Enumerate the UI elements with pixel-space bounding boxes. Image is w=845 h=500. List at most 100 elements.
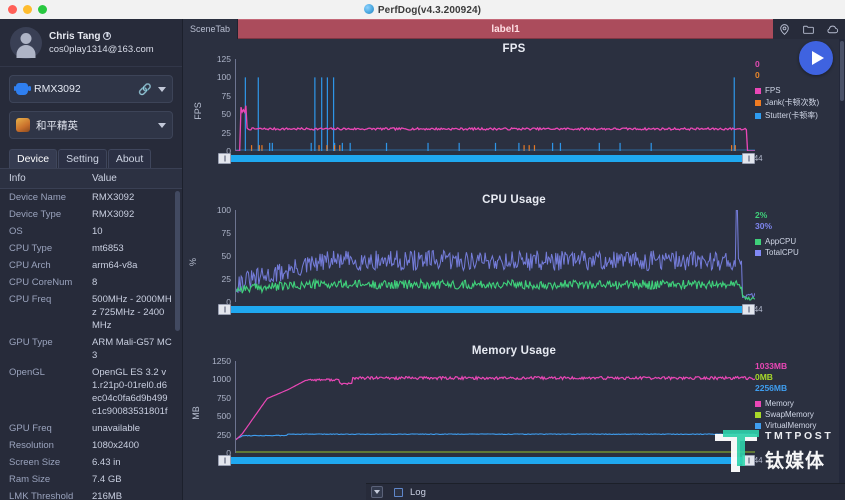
value-cell: 8 — [92, 277, 98, 288]
folder-icon[interactable] — [802, 23, 815, 36]
legend-label: Memory — [765, 399, 794, 408]
scrollbar-right-handle[interactable] — [742, 304, 755, 315]
scrollbar-left-handle[interactable] — [218, 304, 231, 315]
power-icon[interactable] — [103, 32, 112, 40]
legend-label: TotalCPU — [765, 248, 799, 257]
window-controls[interactable] — [8, 5, 47, 14]
table-row: OS 10 — [0, 223, 182, 240]
table-row: Screen Size 6.43 in — [0, 454, 182, 471]
value-cell: RMX3092 — [92, 192, 135, 203]
scrollbar-track[interactable] — [231, 457, 742, 464]
table-row: CPU Type mt6853 — [0, 240, 182, 257]
chart-title: Memory Usage — [471, 345, 557, 357]
legend-swatch-icon — [755, 238, 761, 245]
info-cell: Screen Size — [9, 457, 61, 468]
tab-device[interactable]: Device — [9, 149, 58, 168]
legend-item[interactable]: Memory — [755, 399, 841, 408]
window-title-text: PerfDog(v4.3.200924) — [377, 4, 482, 16]
chart-canvas[interactable] — [236, 210, 755, 302]
tab-setting[interactable]: Setting — [58, 149, 107, 168]
app-selector[interactable]: 和平精英 — [9, 111, 173, 139]
label-bar[interactable]: label1 — [238, 19, 773, 39]
log-checkbox[interactable] — [394, 487, 403, 497]
info-cell: Resolution — [9, 440, 54, 451]
scrollbar-left-handle[interactable] — [218, 455, 231, 466]
legend-items: Memory SwapMemory VirtualMemory — [755, 399, 841, 430]
legend-label: FPS — [765, 86, 781, 95]
value-cell: 1080x2400 — [92, 440, 140, 451]
chart-fps: FPSFPS02550751001250:001:573:545:517:489… — [183, 39, 845, 190]
scrollbar-right-handle[interactable] — [742, 455, 755, 466]
minimize-button[interactable] — [23, 5, 32, 14]
main-scrollbar-thumb[interactable] — [840, 41, 844, 101]
legend-swatch-icon — [755, 249, 761, 256]
info-cell: Device Type — [9, 209, 62, 220]
plot-area[interactable]: MB0250500750100012500:001:573:545:517:48… — [183, 356, 845, 469]
legend-current-values: 2% 30% — [755, 210, 841, 231]
play-button[interactable] — [799, 41, 833, 75]
cloud-icon[interactable] — [826, 23, 839, 36]
table-row: OpenGL OpenGL ES 3.2 v1.r21p0-01rel0.d6ec… — [0, 364, 182, 420]
chevron-down-icon[interactable] — [158, 122, 166, 128]
main-scrollbar[interactable] — [839, 39, 845, 483]
account-email: cos0play1314@163.com — [49, 43, 154, 55]
scene-tab[interactable]: SceneTab — [183, 19, 238, 39]
value-cell: RMX3092 — [92, 209, 135, 220]
chart-time-scrollbar[interactable] — [218, 153, 755, 164]
legend-item[interactable]: AppCPU — [755, 237, 841, 246]
expand-down-icon[interactable] — [371, 486, 383, 498]
y-axis-label: MB — [190, 406, 201, 420]
legend-item[interactable]: Jank(卡顿次数) — [755, 97, 841, 108]
game-app-icon — [16, 118, 30, 132]
window-title-bar: PerfDog(v4.3.200924) — [0, 0, 845, 19]
value-cell: arm64-v8a — [92, 260, 138, 271]
chart-time-scrollbar[interactable] — [218, 304, 755, 315]
scrollbar-left-handle[interactable] — [218, 153, 231, 164]
chart-canvas[interactable] — [236, 59, 755, 151]
y-tick-label: 25 — [221, 274, 231, 284]
legend-swatch-icon — [755, 411, 761, 418]
value-cell: 500MHz - 2000MHz 725MHz - 2400MHz — [92, 294, 172, 331]
perfdog-logo-icon — [363, 3, 374, 14]
value-cell: OpenGL ES 3.2 v1.r21p0-01rel0.d6ec04c0fa… — [92, 367, 168, 417]
value-column-header: Value — [92, 173, 117, 184]
info-column-header: Info — [9, 173, 26, 184]
link-icon[interactable]: 🔗 — [138, 83, 152, 96]
legend-item[interactable]: SwapMemory — [755, 410, 841, 419]
table-row: GPU Type ARM Mali-G57 MC3 — [0, 334, 182, 364]
y-tick-label: 1000 — [212, 374, 231, 385]
y-tick-label: 100 — [216, 205, 231, 215]
info-table-body[interactable]: Device Name RMX3092 Device Type RMX3092 OS 10… — [0, 189, 182, 500]
chart-canvas[interactable] — [236, 361, 755, 453]
legend-item[interactable]: TotalCPU — [755, 248, 841, 257]
plot-area[interactable]: FPS02550751001250:001:573:545:517:489:45… — [183, 54, 845, 167]
sidebar-scrollbar-thumb[interactable] — [175, 191, 180, 331]
device-selector-value: RMX3092 — [34, 83, 81, 95]
value-cell: 6.43 in — [92, 457, 121, 468]
table-row: Device Name RMX3092 — [0, 189, 182, 206]
close-button[interactable] — [8, 5, 17, 14]
scrollbar-right-handle[interactable] — [742, 153, 755, 164]
scrollbar-track[interactable] — [231, 306, 742, 313]
y-tick-label: 1250 — [212, 356, 231, 366]
zoom-button[interactable] — [38, 5, 47, 14]
device-selector[interactable]: RMX3092 🔗 — [9, 75, 173, 103]
scrollbar-track[interactable] — [231, 155, 742, 162]
chart-time-scrollbar[interactable] — [218, 455, 755, 466]
legend-item[interactable]: FPS — [755, 86, 841, 95]
chart-memory-usage: Memory UsageMB0250500750100012500:001:57… — [183, 341, 845, 493]
location-pin-icon[interactable] — [778, 23, 791, 36]
value-cell: 216MB — [92, 491, 123, 500]
legend-item[interactable]: Stutter(卡顿率) — [755, 110, 841, 121]
plot-area[interactable]: %02550751000:001:573:545:517:489:4511:42… — [183, 205, 845, 318]
y-axis-ticks: 0 250 500 750 1000 1250 — [201, 356, 235, 458]
legend-item[interactable]: VirtualMemory — [755, 421, 841, 430]
value-cell: 7.4 GB — [92, 474, 122, 485]
y-tick-label: 100 — [216, 72, 231, 83]
tab-about[interactable]: About — [107, 149, 152, 168]
legend-items: AppCPU TotalCPU — [755, 237, 841, 257]
chevron-down-icon[interactable] — [158, 86, 166, 92]
y-axis-ticks: 0 25 50 75 100 — [201, 205, 235, 307]
legend-label: AppCPU — [765, 237, 797, 246]
account-panel[interactable]: Chris Tang cos0play1314@163.com — [0, 19, 182, 67]
